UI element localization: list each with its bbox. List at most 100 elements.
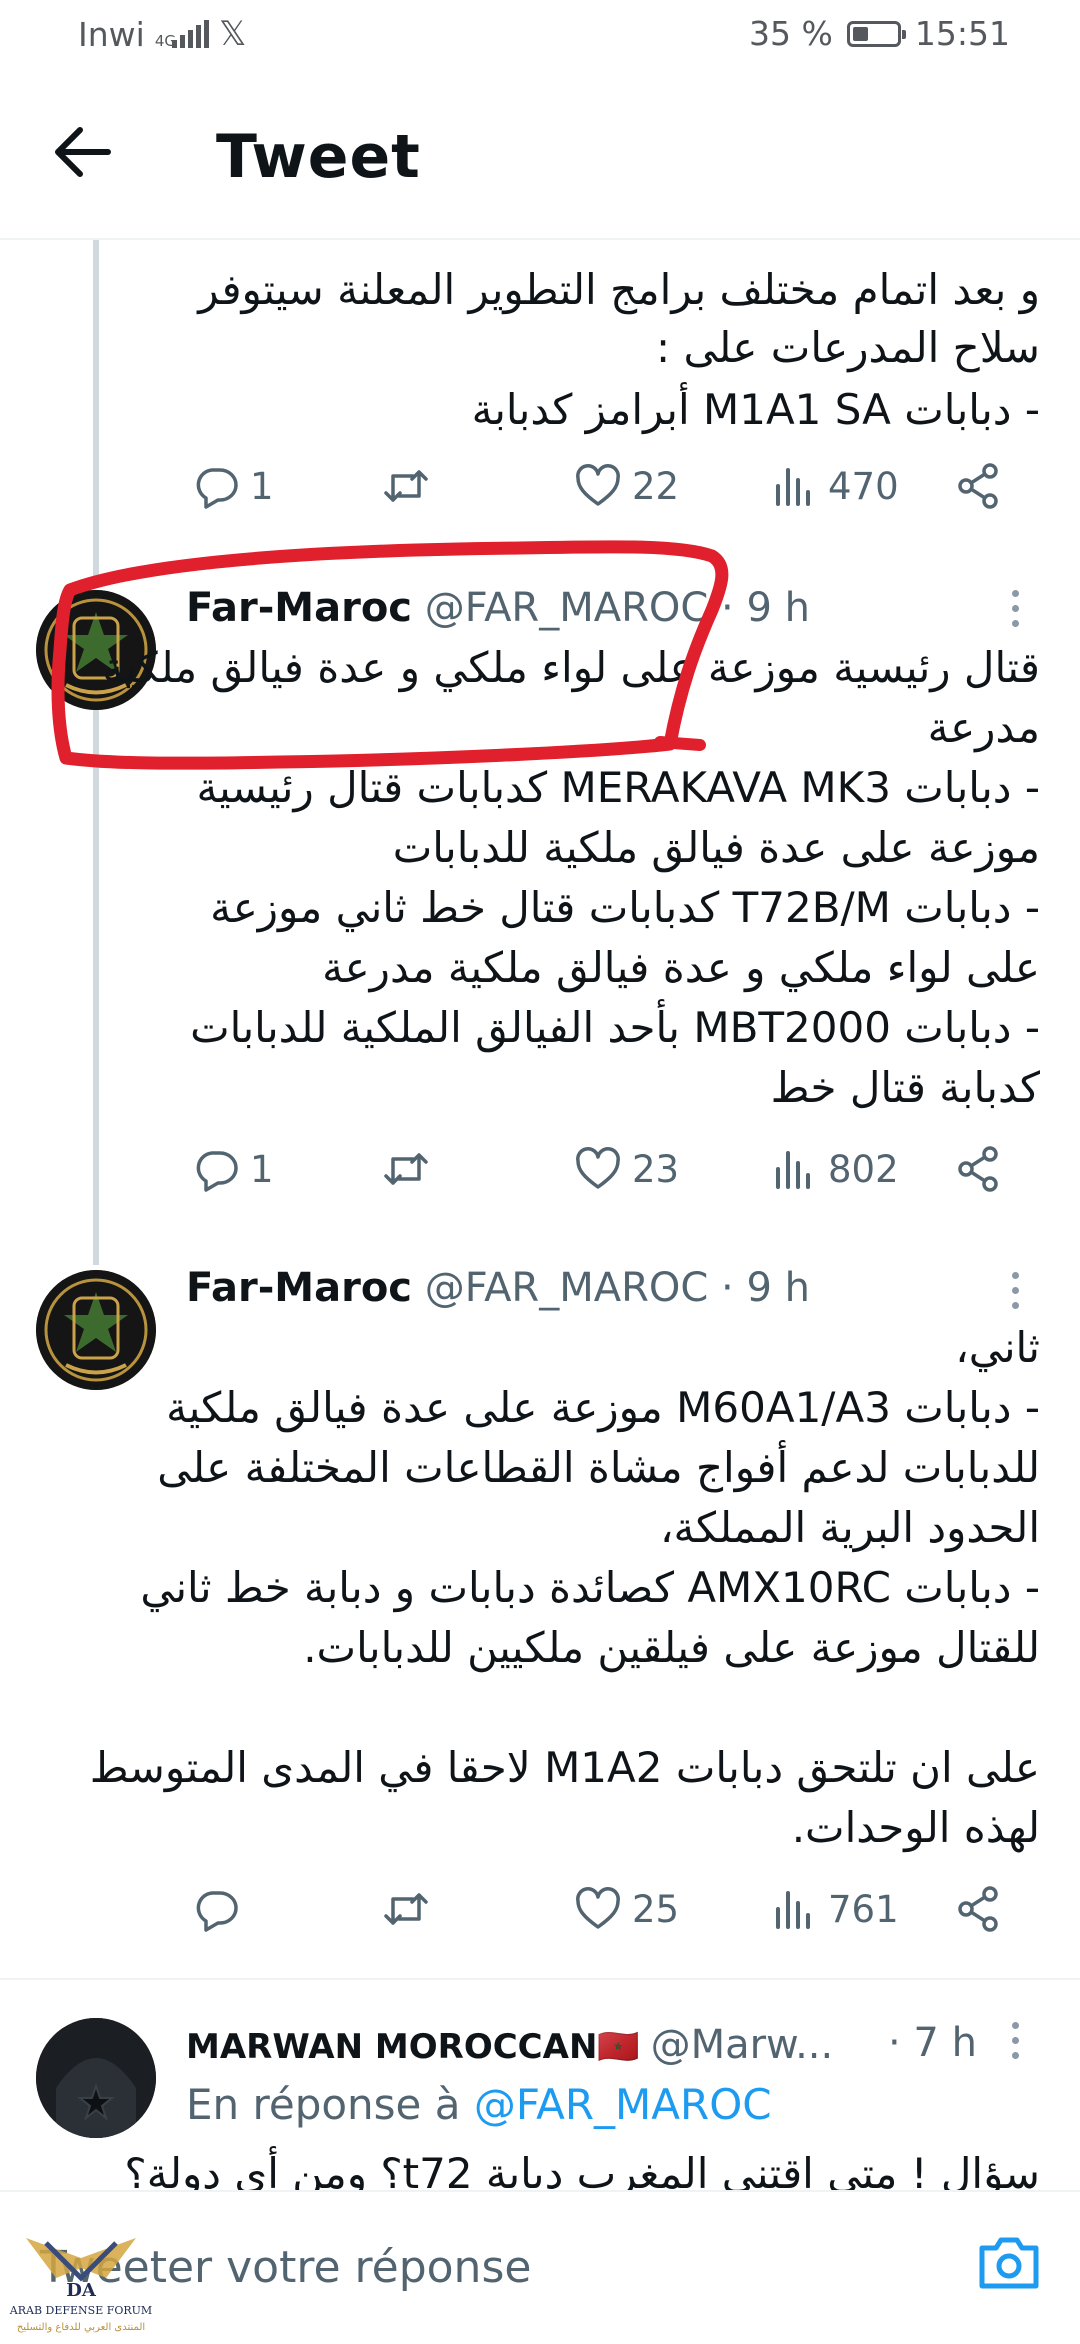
tweet-text-line: للقتال موزعة على فيلقين ملكيين للدبابات.	[303, 1623, 1040, 1672]
far-emblem-image	[36, 1270, 156, 1390]
reply-count: 1	[250, 1147, 274, 1191]
reply-bar: Tweeter votre réponse	[0, 2190, 1080, 2342]
battery-icon	[846, 20, 906, 47]
carrier-name: Inwi	[78, 14, 145, 54]
x-app-icon: 𝕏	[218, 14, 247, 54]
camera-icon[interactable]	[978, 2234, 1040, 2290]
like-count: 25	[632, 1887, 680, 1931]
avatar[interactable]	[36, 2018, 156, 2138]
status-bar: Inwi 4G 𝕏 35 % 15:51	[0, 0, 1080, 72]
tweet-text-line: - دبابات T72B/M كدبابات قتال خط ثاني موز…	[210, 883, 1040, 932]
reply-prefix: En réponse à	[186, 2080, 461, 2129]
reply-icon	[196, 468, 238, 509]
status-left: Inwi 4G 𝕏	[78, 14, 246, 54]
author-handle: @Marw...	[650, 2022, 834, 2068]
signal-icon: 4G	[155, 20, 209, 49]
tweet-text-line: - دبابات M1A1 SA أبرامز كدبابة	[471, 385, 1040, 434]
author-line: MARWAN MOROCCAN🇲🇦 @Marw...	[186, 2022, 833, 2068]
tweet-text-line: - دبابات M60A1/A3 موزعة على عدة فيالق مل…	[166, 1383, 1040, 1432]
battery-percent: 35 %	[749, 14, 833, 53]
like-icon	[576, 1147, 620, 1189]
retweet-icon	[384, 1153, 428, 1185]
tweet-text-line: للدبابات لدعم أفواج مشاة القطاعات المختل…	[157, 1443, 1040, 1492]
like-count: 22	[632, 464, 680, 508]
tweet-text-line: قتال رئيسية موزعة على لواء ملكي و عدة في…	[102, 643, 1040, 692]
reply-button[interactable]: 1	[192, 1145, 274, 1193]
like-icon	[576, 464, 620, 506]
tweet-actions: 25 761	[186, 1885, 1016, 1955]
more-icon[interactable]	[1012, 2022, 1022, 2059]
like-count: 23	[632, 1147, 680, 1191]
author-name[interactable]: Far-Maroc	[186, 585, 412, 631]
thread-line	[93, 705, 99, 1265]
views-icon	[776, 1151, 810, 1189]
retweet-button[interactable]	[382, 1145, 430, 1193]
retweet-button[interactable]	[382, 462, 430, 510]
author-name[interactable]: Far-Maroc	[186, 1265, 412, 1311]
share-button[interactable]	[954, 462, 1002, 510]
tweet-text-line: الحدود البرية المملكة،	[659, 1503, 1040, 1552]
share-button[interactable]	[954, 1885, 1002, 1933]
share-icon	[958, 1146, 998, 1192]
tweet-text-line: - دبابات MERAKAVA MK3 كدبابات قتال رئيسي…	[196, 763, 1040, 812]
tweet-text-line: لهذه الوحدات.	[791, 1803, 1040, 1852]
svg-text:DA: DA	[66, 2280, 97, 2301]
svg-text:ARAB DEFENSE FORUM: ARAB DEFENSE FORUM	[9, 2304, 152, 2317]
like-button[interactable]: 23	[574, 1145, 679, 1193]
author-line: Far-Maroc @FAR_MAROC · 9 h	[186, 585, 810, 631]
tweet-text-line: على ان تلتحق دبابات M1A2 لاحقا في المدى …	[89, 1743, 1040, 1792]
share-icon	[958, 1886, 998, 1932]
more-icon[interactable]	[1012, 590, 1022, 627]
share-icon	[958, 463, 998, 509]
tweet-text-line: كدبابة قتال خط	[770, 1063, 1040, 1112]
retweet-button[interactable]	[382, 1885, 430, 1933]
author-name[interactable]: MARWAN MOROCCAN	[186, 2027, 597, 2067]
forum-watermark-logo: DA ARAB DEFENSE FORUM المنتدى العربي للد…	[6, 2218, 156, 2340]
svg-text:المنتدى العربي للدفاع والتسليح: المنتدى العربي للدفاع والتسليح	[17, 2322, 145, 2333]
share-button[interactable]	[954, 1145, 1002, 1193]
retweet-icon	[384, 1893, 428, 1925]
more-icon[interactable]	[1012, 1272, 1022, 1309]
views-icon	[776, 1891, 810, 1929]
thread-line	[93, 240, 99, 585]
tweet-text-line: موزعة على عدة فيالق ملكية للدبابات	[392, 823, 1040, 872]
profile-image	[36, 2018, 156, 2138]
tweet-actions: 1 22 470	[186, 462, 1016, 532]
tweet-text-line: مدرعة	[927, 703, 1040, 752]
tweet-text-line: على لواء ملكي و عدة فيالق ملكية مدرعة	[322, 943, 1040, 992]
like-button[interactable]: 25	[574, 1885, 679, 1933]
avatar[interactable]	[36, 1270, 156, 1390]
views-button[interactable]: 761	[770, 1885, 899, 1933]
author-handle: @FAR_MAROC · 9 h	[424, 1265, 810, 1311]
tweet-actions: 1 23 802	[186, 1145, 1016, 1215]
clock: 15:51	[914, 14, 1010, 53]
views-button[interactable]: 802	[770, 1145, 899, 1193]
status-right: 35 % 15:51	[749, 14, 1010, 53]
view-count: 802	[828, 1147, 899, 1191]
reply-count: 1	[250, 464, 274, 508]
reply-to-link[interactable]: @FAR_MAROC	[474, 2080, 772, 2129]
view-count: 761	[828, 1887, 899, 1931]
tweet-text-line: ثاني،	[955, 1323, 1040, 1372]
reply-button[interactable]: 1	[192, 462, 274, 510]
reply-button[interactable]	[192, 1885, 250, 1933]
retweet-icon	[384, 470, 428, 502]
like-button[interactable]: 22	[574, 462, 679, 510]
views-button[interactable]: 470	[770, 462, 899, 510]
reply-icon	[196, 1151, 238, 1192]
back-arrow-icon[interactable]	[52, 124, 112, 180]
tweet-text-line: - دبابات AMX10RC كصائدة دبابات و دبابة خ…	[140, 1563, 1040, 1612]
views-icon	[776, 468, 810, 506]
tweet-text-line: سلاح المدرعات على :	[655, 323, 1040, 372]
top-bar: Tweet	[0, 72, 1080, 240]
tweet-text-line: و بعد اتمام مختلف برامج التطوير المعلنة …	[198, 265, 1040, 314]
tweet-text-line: - دبابات MBT2000 بأحد الفيالق الملكية لل…	[190, 1003, 1040, 1052]
author-line: Far-Maroc @FAR_MAROC · 9 h	[186, 1265, 810, 1311]
like-icon	[576, 1887, 620, 1929]
reply-context: En réponse à @FAR_MAROC	[186, 2080, 772, 2129]
page-title: Tweet	[216, 122, 421, 192]
flag-morocco-icon: 🇲🇦	[597, 2027, 640, 2067]
divider	[0, 1978, 1080, 1980]
tweet-time: · 7 h	[888, 2020, 977, 2066]
reply-icon	[196, 1891, 238, 1932]
